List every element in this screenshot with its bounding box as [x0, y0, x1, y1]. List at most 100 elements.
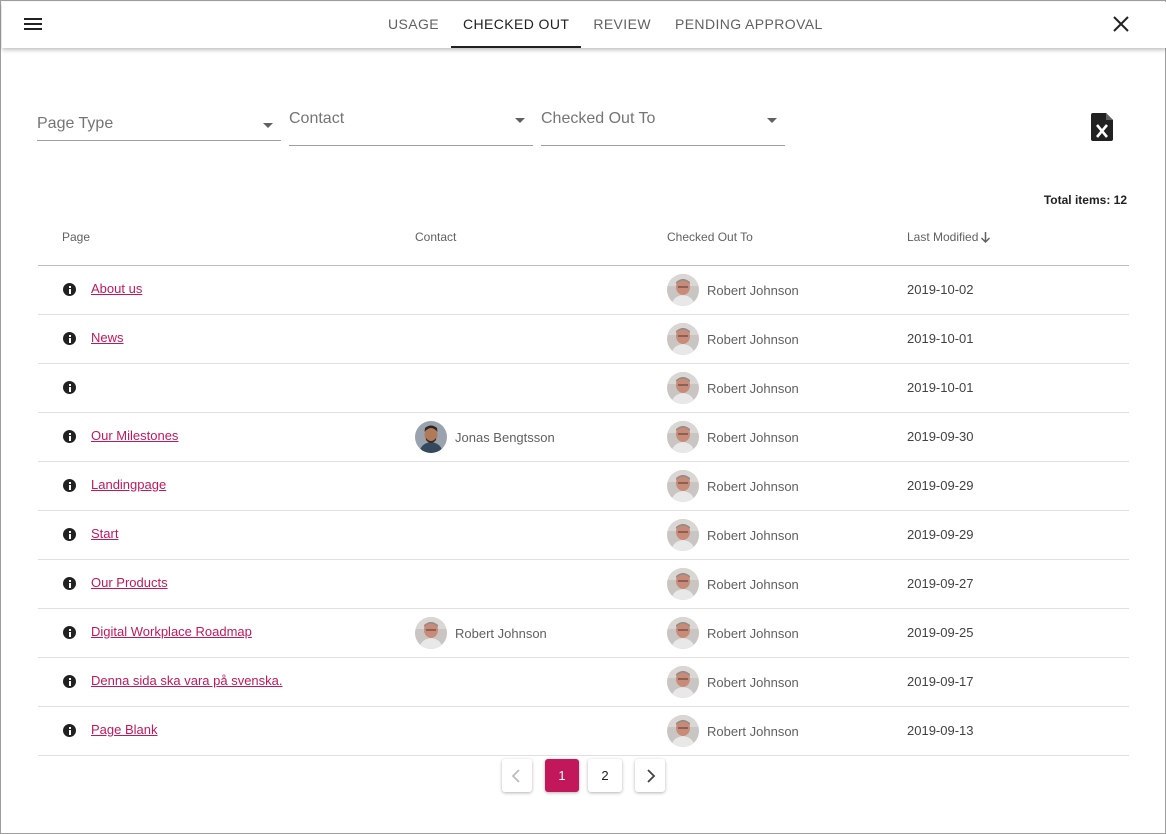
tab-usage[interactable]: USAGE — [376, 2, 451, 48]
checked-out-to-label: Checked Out To — [541, 110, 656, 127]
next-page-button[interactable] — [635, 759, 665, 792]
table-row: Denna sida ska vara på svenska. Robert Jo… — [38, 658, 1129, 707]
page-link[interactable]: Our Milestones — [91, 428, 178, 443]
avatar — [667, 715, 699, 747]
last-modified-date: 2019-10-02 — [907, 282, 974, 297]
checked-out-to-name: Robert Johnson — [707, 527, 799, 543]
info-icon[interactable] — [63, 675, 76, 688]
contact-label: Contact — [289, 110, 345, 127]
table-row: Digital Workplace Roadmap Robert Johnson R… — [38, 609, 1129, 658]
checked-out-to-name: Robert Johnson — [707, 576, 799, 592]
avatar — [667, 372, 699, 404]
contact-cell: Jonas Bengtsson — [415, 421, 555, 453]
page-link[interactable]: Digital Workplace Roadmap — [91, 624, 252, 639]
info-icon[interactable] — [63, 577, 76, 590]
checked-out-to-name: Robert Johnson — [707, 478, 799, 494]
last-modified-date: 2019-09-29 — [907, 527, 974, 542]
app-window: USAGE CHECKED OUT REVIEW PENDING APPROVA… — [0, 0, 1166, 834]
top-bar: USAGE CHECKED OUT REVIEW PENDING APPROVA… — [2, 2, 1166, 48]
column-header-checked-out-to[interactable]: Checked Out To — [667, 230, 753, 244]
close-icon[interactable] — [1111, 14, 1131, 34]
checked-out-to-cell: Robert Johnson — [667, 568, 799, 600]
avatar — [667, 519, 699, 551]
info-icon[interactable] — [63, 528, 76, 541]
checked-out-to-name: Robert Johnson — [707, 429, 799, 445]
tab-checked-out[interactable]: CHECKED OUT — [451, 2, 582, 48]
checked-out-to-cell: Robert Johnson — [667, 666, 799, 698]
info-icon[interactable] — [63, 332, 76, 345]
info-icon[interactable] — [63, 430, 76, 443]
checked-out-to-name: Robert Johnson — [707, 282, 799, 298]
tab-pending-approval[interactable]: PENDING APPROVAL — [663, 2, 835, 48]
table-row: Page Blank Robert Johnson 2019-09-13 — [38, 707, 1129, 756]
avatar — [667, 470, 699, 502]
last-modified-label: Last Modified — [907, 230, 979, 244]
last-modified-date: 2019-10-01 — [907, 380, 974, 395]
table-row: Our Milestones Jonas Bengtsson Robert John… — [38, 413, 1129, 462]
page-link[interactable]: About us — [91, 281, 142, 296]
avatar — [415, 421, 447, 453]
info-icon[interactable] — [63, 626, 76, 639]
checked-out-to-cell: Robert Johnson — [667, 274, 799, 306]
column-header-page[interactable]: Page — [62, 230, 90, 244]
column-header-last-modified[interactable]: Last Modified — [907, 230, 991, 246]
info-icon[interactable] — [63, 724, 76, 737]
contact-name: Jonas Bengtsson — [455, 429, 555, 445]
checked-out-to-name: Robert Johnson — [707, 331, 799, 347]
table-row: Start Robert Johnson 2019-09-29 — [38, 511, 1129, 560]
checked-out-to-cell: Robert Johnson — [667, 470, 799, 502]
last-modified-date: 2019-09-29 — [907, 478, 974, 493]
table-row: About us Robert Johnson 2019-10-02 — [38, 266, 1129, 315]
avatar — [667, 421, 699, 453]
total-items: Total items: 12 — [1043, 193, 1127, 207]
avatar — [667, 666, 699, 698]
avatar — [667, 617, 699, 649]
page-type-select[interactable]: Page Type — [37, 101, 281, 141]
page-link[interactable]: Page Blank — [91, 722, 158, 737]
avatar — [667, 323, 699, 355]
page-1-button[interactable]: 1 — [545, 759, 579, 792]
last-modified-date: 2019-09-27 — [907, 576, 974, 591]
checked-out-to-name: Robert Johnson — [707, 723, 799, 739]
avatar — [667, 568, 699, 600]
page-link[interactable]: News — [91, 330, 124, 345]
checked-out-to-cell: Robert Johnson — [667, 519, 799, 551]
column-header-contact[interactable]: Contact — [415, 230, 456, 244]
prev-page-button[interactable] — [502, 759, 532, 792]
arrow-down-icon — [980, 231, 991, 246]
last-modified-date: 2019-09-13 — [907, 723, 974, 738]
checked-out-to-cell: Robert Johnson — [667, 715, 799, 747]
checked-out-to-cell: Robert Johnson — [667, 421, 799, 453]
info-icon[interactable] — [63, 479, 76, 492]
menu-icon[interactable] — [22, 15, 46, 35]
tab-review[interactable]: REVIEW — [581, 2, 663, 48]
page-link[interactable]: Landingpage — [91, 477, 166, 492]
contact-select[interactable]: Contact — [289, 106, 533, 146]
checked-out-to-name: Robert Johnson — [707, 625, 799, 641]
last-modified-date: 2019-09-30 — [907, 429, 974, 444]
chevron-down-icon — [767, 118, 777, 123]
checked-out-to-cell: Robert Johnson — [667, 372, 799, 404]
table-row: Robert Johnson 2019-10-01 — [38, 364, 1129, 413]
table-row: News Robert Johnson 2019-10-01 — [38, 315, 1129, 364]
excel-export-icon[interactable] — [1091, 113, 1115, 141]
last-modified-date: 2019-09-17 — [907, 674, 974, 689]
checked-out-to-cell: Robert Johnson — [667, 323, 799, 355]
contact-name: Robert Johnson — [455, 625, 547, 641]
info-icon[interactable] — [63, 381, 76, 394]
table-row: Our Products Robert Johnson 2019-09-27 — [38, 560, 1129, 609]
page-type-label: Page Type — [37, 115, 114, 132]
table-row: Landingpage Robert Johnson 2019-09-29 — [38, 462, 1129, 511]
info-icon[interactable] — [63, 283, 76, 296]
page-2-button[interactable]: 2 — [588, 759, 622, 792]
page-link[interactable]: Start — [91, 526, 118, 541]
checked-out-to-select[interactable]: Checked Out To — [541, 106, 785, 146]
page-link[interactable]: Our Products — [91, 575, 168, 590]
avatar — [415, 617, 447, 649]
avatar — [667, 274, 699, 306]
page-link[interactable]: Denna sida ska vara på svenska. — [91, 673, 283, 688]
table-header: Page Contact Checked Out To Last Modifie… — [38, 221, 1129, 266]
checked-out-to-name: Robert Johnson — [707, 380, 799, 396]
checked-out-to-name: Robert Johnson — [707, 674, 799, 690]
checked-out-to-cell: Robert Johnson — [667, 617, 799, 649]
